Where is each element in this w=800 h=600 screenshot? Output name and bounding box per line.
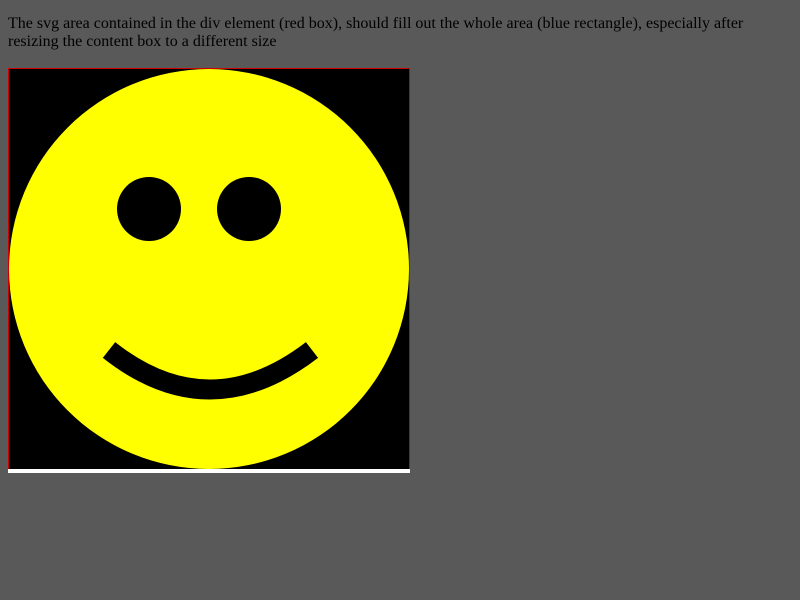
svg-container: [8, 68, 410, 470]
right-eye: [217, 177, 281, 241]
container-bottom-edge: [8, 469, 410, 473]
description-text: The svg area contained in the div elemen…: [8, 15, 744, 50]
left-eye: [117, 177, 181, 241]
smiley-face-icon: [9, 69, 409, 469]
face-circle: [9, 69, 409, 469]
